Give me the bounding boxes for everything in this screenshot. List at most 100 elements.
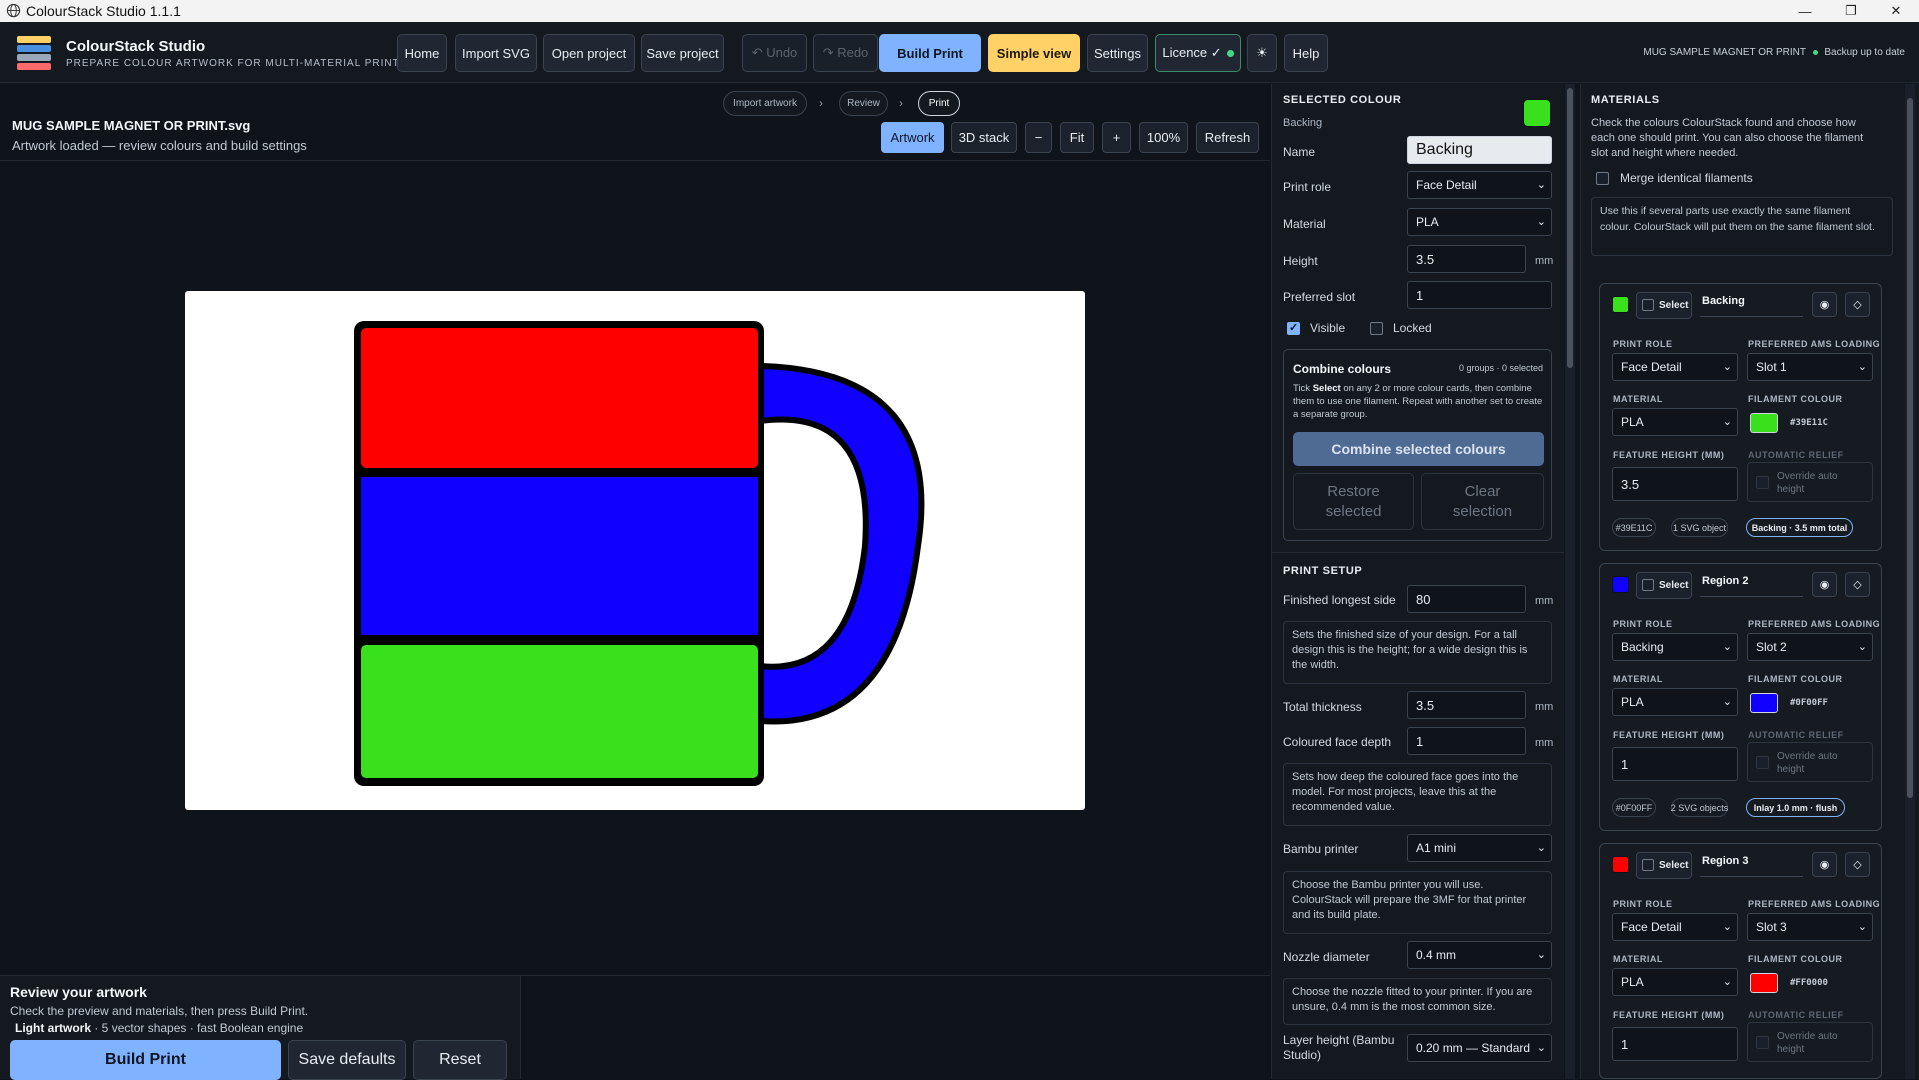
locked-checkbox[interactable] <box>1370 322 1383 335</box>
lock-toggle-icon[interactable]: ◇ <box>1845 572 1870 597</box>
bambu-printer-select[interactable]: A1 mini ⌄ <box>1407 834 1552 862</box>
material-role-select[interactable]: Face Detail ⌄ <box>1612 913 1738 941</box>
select-checkbox[interactable] <box>1642 579 1654 591</box>
material-swatch[interactable] <box>1612 296 1629 313</box>
combine-selected-button[interactable]: Combine selected colours <box>1293 432 1544 466</box>
filament-caption: FILAMENT COLOUR <box>1748 954 1843 964</box>
3d-stack-button[interactable]: 3D stack <box>951 122 1017 153</box>
ams-slot-select[interactable]: Slot 2 ⌄ <box>1747 633 1873 661</box>
visibility-toggle-icon[interactable]: ◉ <box>1812 852 1837 877</box>
material-role-select[interactable]: Face Detail ⌄ <box>1612 353 1738 381</box>
artwork-canvas[interactable] <box>185 291 1085 810</box>
material-swatch[interactable] <box>1612 576 1629 593</box>
total-thickness-unit: mm <box>1535 701 1554 713</box>
material-select-toggle[interactable]: Select <box>1636 292 1692 319</box>
simple-view-button[interactable]: Simple view <box>988 34 1080 72</box>
open-project-button[interactable]: Open project <box>543 34 635 72</box>
ams-slot-select[interactable]: Slot 3 ⌄ <box>1747 913 1873 941</box>
longest-side-input[interactable]: 80 <box>1407 585 1526 613</box>
filament-colour-picker[interactable] <box>1750 413 1778 433</box>
materials-scrollbar[interactable] <box>1905 84 1915 1079</box>
material-select[interactable]: PLA ⌄ <box>1407 208 1552 236</box>
selected-colour-swatch[interactable] <box>1523 99 1551 127</box>
combine-count: 0 groups · 0 selected <box>1458 363 1543 373</box>
visibility-toggle-icon[interactable]: ◉ <box>1812 292 1837 317</box>
material-name[interactable]: Region 2 <box>1700 575 1803 597</box>
filament-colour-picker[interactable] <box>1750 693 1778 713</box>
select-checkbox[interactable] <box>1642 859 1654 871</box>
material-type-select[interactable]: PLA ⌄ <box>1612 968 1738 996</box>
merge-filaments-checkbox[interactable] <box>1596 172 1609 185</box>
licence-button[interactable]: Licence ✓ <box>1155 34 1241 72</box>
theme-toggle-icon[interactable]: ☀ <box>1247 34 1277 72</box>
reset-button[interactable]: Reset <box>413 1040 507 1080</box>
face-depth-input[interactable]: 1 <box>1407 727 1526 755</box>
help-button[interactable]: Help <box>1284 34 1328 72</box>
licence-status-dot <box>1226 49 1234 57</box>
material-select-toggle[interactable]: Select <box>1636 572 1692 599</box>
material-name[interactable]: Region 3 <box>1700 855 1803 877</box>
lock-toggle-icon[interactable]: ◇ <box>1845 852 1870 877</box>
save-project-button[interactable]: Save project <box>641 34 724 72</box>
material-role-select[interactable]: Backing ⌄ <box>1612 633 1738 661</box>
material-type-select[interactable]: PLA ⌄ <box>1612 408 1738 436</box>
minimize-icon[interactable]: — <box>1782 0 1828 22</box>
step-review[interactable]: Review <box>839 91 888 116</box>
material-name[interactable]: Backing <box>1700 295 1803 317</box>
material-swatch[interactable] <box>1612 856 1629 873</box>
ams-slot-select[interactable]: Slot 1 ⌄ <box>1747 353 1873 381</box>
override-checkbox[interactable] <box>1756 476 1769 489</box>
step-import-artwork[interactable]: Import artwork <box>723 91 807 116</box>
ams-caption: PREFERRED AMS LOADING <box>1748 339 1881 349</box>
print-role-select[interactable]: Face Detail ⌄ <box>1407 171 1552 199</box>
fit-button[interactable]: Fit <box>1060 122 1094 153</box>
override-auto-height[interactable]: Override auto height <box>1747 1022 1873 1062</box>
restore-selected-button[interactable]: Restore selected <box>1293 473 1414 530</box>
preferred-slot-input[interactable]: 1 <box>1407 281 1552 309</box>
close-icon[interactable]: ✕ <box>1873 0 1919 22</box>
app-name: ColourStack Studio <box>66 38 206 55</box>
filament-colour-picker[interactable] <box>1750 973 1778 993</box>
redo-button[interactable]: ↷ Redo <box>813 34 878 72</box>
height-input[interactable]: 3.5 <box>1407 245 1526 273</box>
zoom-level[interactable]: 100% <box>1139 122 1188 153</box>
build-print-button[interactable]: Build Print <box>879 34 981 72</box>
artwork-view-button[interactable]: Artwork <box>881 122 944 153</box>
feature-height-input[interactable]: 1 <box>1612 747 1738 781</box>
visibility-toggle-icon[interactable]: ◉ <box>1812 572 1837 597</box>
feature-height-input[interactable]: 1 <box>1612 1027 1738 1061</box>
build-print-large-button[interactable]: Build Print <box>10 1040 281 1080</box>
middle-scrollbar[interactable] <box>1565 84 1575 1079</box>
material-select-toggle[interactable]: Select <box>1636 852 1692 879</box>
undo-button[interactable]: ↶ Undo <box>742 34 807 72</box>
save-defaults-button[interactable]: Save defaults <box>288 1040 406 1080</box>
override-auto-height[interactable]: Override auto height <box>1747 742 1873 782</box>
override-checkbox[interactable] <box>1756 1036 1769 1049</box>
nozzle-select[interactable]: 0.4 mm ⌄ <box>1407 941 1552 969</box>
layer-height-select[interactable]: 0.20 mm — Standard ⌄ <box>1407 1034 1552 1062</box>
select-checkbox[interactable] <box>1642 299 1654 311</box>
feature-height-input[interactable]: 3.5 <box>1612 467 1738 501</box>
override-auto-height[interactable]: Override auto height <box>1747 462 1873 502</box>
lock-toggle-icon[interactable]: ◇ <box>1845 292 1870 317</box>
settings-button[interactable]: Settings <box>1087 34 1148 72</box>
home-button[interactable]: Home <box>397 34 447 72</box>
clear-selection-button[interactable]: Clear selection <box>1421 473 1544 530</box>
material-type-select[interactable]: PLA ⌄ <box>1612 688 1738 716</box>
override-checkbox[interactable] <box>1756 756 1769 769</box>
review-title: Review your artwork <box>10 984 147 1000</box>
step-print[interactable]: Print <box>918 91 960 116</box>
visible-checkbox[interactable] <box>1287 321 1300 335</box>
nozzle-value: 0.4 mm <box>1416 948 1457 962</box>
refresh-button[interactable]: Refresh <box>1196 122 1259 153</box>
zoom-out-button[interactable]: − <box>1025 122 1052 153</box>
document-subtitle: Artwork loaded — review colours and buil… <box>12 138 307 153</box>
name-input[interactable]: Backing <box>1407 136 1552 164</box>
merge-note: Use this if several parts use exactly th… <box>1591 197 1893 256</box>
import-svg-button[interactable]: Import SVG <box>455 34 537 72</box>
zoom-in-button[interactable]: + <box>1102 122 1131 153</box>
total-thickness-input[interactable]: 3.5 <box>1407 691 1526 719</box>
restore-icon[interactable]: ❐ <box>1828 0 1874 22</box>
middle-scrollbar-thumb[interactable] <box>1567 88 1573 368</box>
materials-scrollbar-thumb[interactable] <box>1907 98 1913 798</box>
